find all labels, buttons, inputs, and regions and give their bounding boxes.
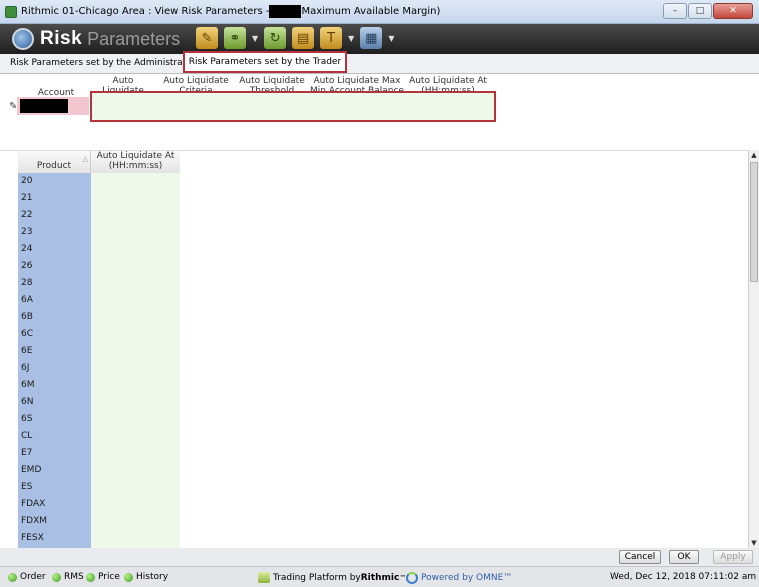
product-row[interactable]: FDXM [18, 513, 91, 530]
logo-risk-text: Risk [40, 28, 83, 49]
redacted-account [20, 99, 68, 113]
status-price-label: Price [98, 572, 120, 582]
clipboard-icon[interactable]: ▦ [360, 27, 383, 49]
product-row[interactable]: 6J [18, 360, 91, 377]
product-row[interactable]: E7 [18, 445, 91, 462]
history-status-icon [124, 572, 133, 582]
product-row[interactable]: 26 [18, 258, 91, 275]
product-row[interactable]: 23 [18, 224, 91, 241]
powered-by-label: Powered by OMNE™ [421, 573, 513, 583]
status-bar: Order RMS Price History Trading Platform… [0, 566, 759, 587]
title-bar: Rithmic 01-Chicago Area : View Risk Para… [0, 0, 759, 24]
app-icon [5, 5, 17, 18]
header-product-auto-liquidate-at: Auto Liquidate At (HH:mm:ss) [91, 151, 180, 173]
cancel-button[interactable]: Cancel [619, 550, 661, 564]
account-grid: Account Auto Liquidate Auto Liquidate Cr… [0, 74, 759, 150]
account-parameters-row[interactable] [90, 91, 496, 122]
folder-icon[interactable]: ▤ [292, 27, 315, 49]
text-icon[interactable]: T [320, 27, 343, 49]
window-title-suffix: Maximum Available Margin) [301, 6, 441, 17]
refresh-icon[interactable]: ↻ [264, 27, 287, 49]
apply-button[interactable]: Apply [713, 550, 753, 564]
price-status-icon [86, 572, 95, 582]
tab-trader[interactable]: Risk Parameters set by the Trader [183, 51, 347, 73]
product-row[interactable]: ES [18, 479, 91, 496]
maximize-button[interactable]: □ [688, 3, 712, 19]
product-row[interactable]: 6E [18, 343, 91, 360]
window-title: Rithmic 01-Chicago Area : View Risk Para… [21, 5, 440, 18]
scroll-down-icon[interactable]: ▼ [749, 538, 759, 548]
auto-liquidate-at-column[interactable] [91, 173, 180, 549]
vertical-scrollbar[interactable]: ▲ ▼ [748, 150, 759, 548]
product-row[interactable]: 6A [18, 292, 91, 309]
sort-icon: △ [82, 155, 88, 163]
header-product[interactable]: Product △ [18, 151, 91, 173]
product-column: 20 21 22 23 24 26 28 6A 6B 6C 6E 6J 6M 6N 6S CL E7 EMD ES F… [18, 173, 91, 549]
rithmic-label: Rithmic [360, 572, 400, 583]
trading-platform-label: Trading Platform by [273, 572, 361, 583]
product-row[interactable]: 24 [18, 241, 91, 258]
tab-admin[interactable]: Risk Parameters set by the Administrator [10, 58, 195, 68]
omne-credit: Powered by OMNE™ [406, 572, 512, 584]
product-row[interactable]: 6B [18, 309, 91, 326]
clipboard-dropdown-icon[interactable]: ▼ [388, 34, 394, 43]
button-row: Cancel OK Apply [0, 548, 759, 566]
link-icon[interactable]: ⚭ [224, 27, 246, 49]
product-row[interactable]: 6N [18, 394, 91, 411]
scroll-thumb[interactable] [750, 162, 758, 282]
trading-platform-icon [258, 572, 270, 583]
close-button[interactable]: ✕ [713, 3, 753, 19]
product-row[interactable]: 20 [18, 173, 91, 190]
product-row[interactable]: EMD [18, 462, 91, 479]
product-grid: Product △ Auto Liquidate At (HH:mm:ss) 2… [0, 150, 748, 549]
tab-bar: Risk Parameters set by the Administrator [0, 54, 759, 74]
product-row[interactable]: FDAX [18, 496, 91, 513]
minimize-button[interactable]: – [663, 3, 687, 19]
status-rms: RMS [52, 572, 84, 582]
product-row[interactable]: 6M [18, 377, 91, 394]
status-order: Order [8, 572, 46, 582]
product-row[interactable]: CL [18, 428, 91, 445]
ok-button[interactable]: OK [669, 550, 699, 564]
edit-cancel-icon[interactable]: ✎ [196, 27, 218, 49]
product-row[interactable]: 6S [18, 411, 91, 428]
status-price: Price [86, 572, 120, 582]
order-status-icon [8, 572, 17, 582]
product-row[interactable]: 28 [18, 275, 91, 292]
text-dropdown-icon[interactable]: ▼ [348, 34, 354, 43]
scroll-up-icon[interactable]: ▲ [749, 150, 759, 160]
risk-logo-icon [12, 28, 34, 50]
link-dropdown-icon[interactable]: ▼ [252, 34, 258, 43]
product-row[interactable]: 22 [18, 207, 91, 224]
status-history: History [124, 572, 168, 582]
omne-icon [406, 572, 418, 584]
product-row[interactable]: 6C [18, 326, 91, 343]
status-order-label: Order [20, 572, 46, 582]
window-title-prefix: Rithmic 01-Chicago Area : View Risk Para… [21, 6, 270, 17]
logo-parameters-text: Parameters [87, 28, 181, 49]
product-row[interactable]: FESX [18, 530, 91, 547]
header-product-label: Product [36, 161, 72, 171]
redacted-account-title [269, 5, 302, 18]
rms-status-icon [52, 572, 61, 582]
status-history-label: History [136, 572, 169, 582]
trading-platform-credit: Trading Platform by Rithmic ™ [258, 572, 406, 583]
status-datetime: Wed, Dec 12, 2018 07:11:02 am CST [610, 572, 759, 582]
product-row[interactable]: 21 [18, 190, 91, 207]
status-rms-label: RMS [64, 572, 84, 582]
toolbar: Risk Parameters ✎ ⚭ ▼ ↻ ▤ T ▼ ▦ ▼ [0, 24, 759, 54]
